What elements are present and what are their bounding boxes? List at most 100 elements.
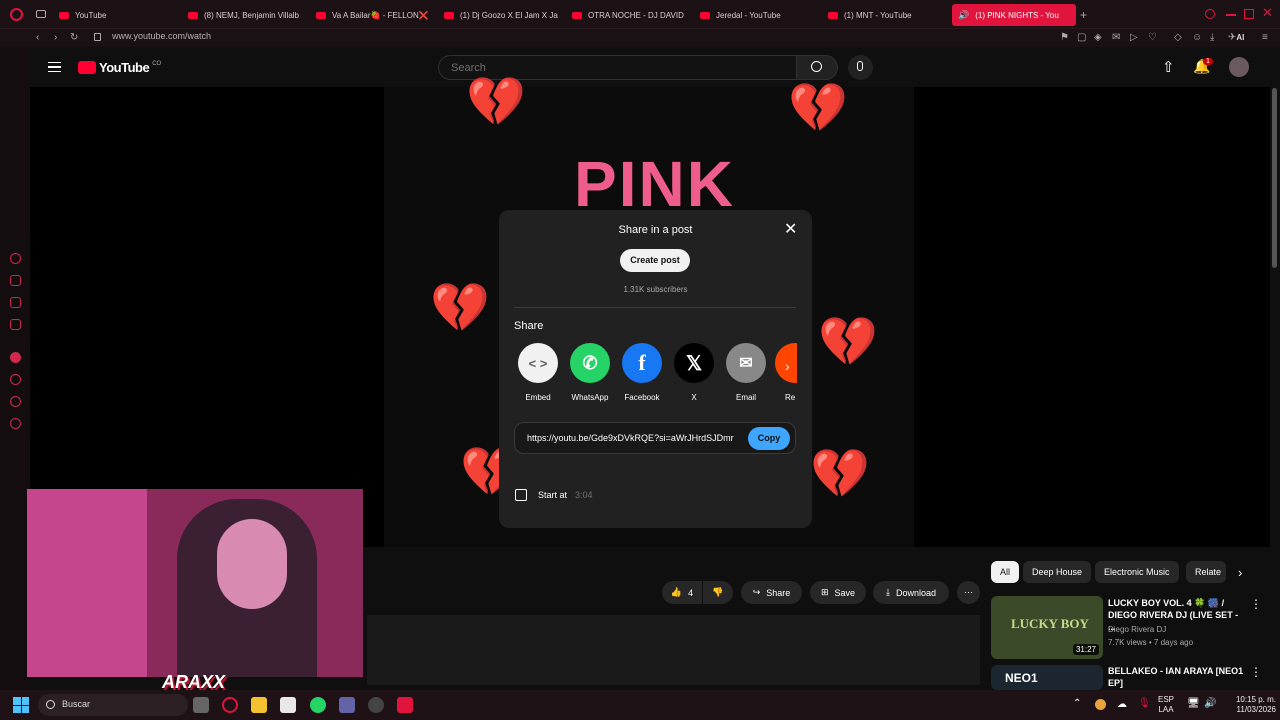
more-vertical-icon[interactable]: ⋮	[1250, 597, 1262, 611]
youtube-logo[interactable]: YouTube CO	[78, 60, 161, 75]
copy-button[interactable]: Copy	[748, 427, 790, 450]
video-title[interactable]: BELLAKEO - IAN ARAYA [NEO1 EP]	[1108, 665, 1246, 689]
aria-sidebar-icon[interactable]	[10, 253, 21, 264]
workspaces-icon[interactable]	[36, 10, 46, 18]
new-tab-button[interactable]: +	[1080, 8, 1087, 22]
obs-icon[interactable]	[368, 697, 384, 713]
vpn-icon[interactable]: ◈	[1094, 31, 1102, 45]
close-window-icon[interactable]: ✕	[1262, 5, 1273, 21]
music-icon[interactable]	[10, 319, 21, 330]
share-facebook-button[interactable]: f Facebook	[619, 343, 665, 402]
like-button[interactable]: 👍 4	[662, 581, 702, 604]
tab-jeredal[interactable]: Jeredal - YouTube	[700, 4, 814, 26]
save-button[interactable]: ⊞ Save	[810, 581, 866, 604]
tab-mnt[interactable]: (1) MNT - YouTube	[828, 4, 942, 26]
broken-heart-icon: 💔	[810, 448, 870, 501]
share-whatsapp-button[interactable]: ✆ WhatsApp	[567, 343, 613, 402]
reload-icon[interactable]: ↻	[70, 31, 78, 45]
voice-search-button[interactable]	[848, 55, 873, 80]
chip-deep-house[interactable]: Deep House	[1023, 561, 1092, 583]
windows-start-icon[interactable]	[13, 697, 29, 713]
volume-icon[interactable]: 🔊	[1204, 698, 1216, 709]
account-icon[interactable]: ☺	[1192, 31, 1202, 45]
tray-cloud-icon[interactable]: ☁	[1117, 699, 1127, 710]
share-x-button[interactable]: 𝕏 X	[671, 343, 717, 402]
language-indicator[interactable]: ESP LAA	[1158, 695, 1174, 715]
network-icon[interactable]: 🖥	[1187, 698, 1200, 709]
search-button[interactable]	[796, 55, 838, 80]
snapshot-icon[interactable]: ▢	[1077, 31, 1086, 45]
tab-va-a-bailar[interactable]: Va A Bailar🍓 - FELLON❌	[316, 4, 430, 26]
tiktok-icon[interactable]	[397, 697, 413, 713]
teams-icon[interactable]	[339, 697, 355, 713]
video-thumbnail[interactable]: NEO1	[991, 665, 1103, 690]
back-icon[interactable]: ‹	[36, 31, 39, 45]
taskbar-search[interactable]: Buscar	[38, 694, 188, 716]
chevron-right-icon[interactable]: ›	[785, 358, 790, 374]
player-icon[interactable]: ▷	[1130, 31, 1138, 45]
heart-icon[interactable]: ♡	[1148, 31, 1157, 45]
tab-youtube[interactable]: YouTube	[59, 4, 179, 26]
whatsapp-taskbar-icon[interactable]	[310, 697, 326, 713]
pinboard-icon[interactable]	[10, 396, 21, 407]
hamburger-menu-icon[interactable]	[48, 62, 61, 72]
settings-icon[interactable]	[10, 418, 21, 429]
upload-icon[interactable]: ⇧	[1162, 58, 1175, 76]
more-vertical-icon[interactable]: ⋮	[1250, 665, 1262, 679]
bookmark-icon[interactable]: ⚑	[1060, 31, 1069, 45]
menu-icon[interactable]: ≡	[1262, 31, 1268, 45]
aria-icon[interactable]: ✈AI	[1228, 31, 1244, 45]
messenger-icon[interactable]	[10, 297, 21, 308]
page-scrollbar[interactable]	[1272, 88, 1277, 268]
chip-all[interactable]: All	[991, 561, 1020, 583]
opera-taskbar-icon[interactable]	[222, 697, 238, 713]
extension-icon[interactable]: ✉	[1112, 31, 1120, 45]
tray-microphone-icon[interactable]: 🎙	[1138, 698, 1151, 709]
dislike-button[interactable]: 👎	[703, 581, 733, 604]
history-icon[interactable]	[10, 374, 21, 385]
speaker-icon[interactable]: 🔊	[958, 10, 969, 21]
chips-next-chevron-icon[interactable]: ›	[1238, 565, 1242, 580]
close-icon[interactable]: ✕	[784, 219, 797, 239]
create-post-button[interactable]: Create post	[620, 249, 690, 272]
share-link-text[interactable]: https://youtu.be/Gde9xDVkRQE?si=aWrJHrdS…	[527, 433, 742, 443]
avatar[interactable]	[1229, 57, 1249, 77]
opera-logo-icon[interactable]	[10, 8, 23, 21]
chevron-up-icon[interactable]: ⌃	[1073, 698, 1081, 709]
video-thumbnail[interactable]: LUCKY BOY 31:27	[991, 596, 1103, 659]
download-button[interactable]: ⤓ Download	[873, 581, 949, 604]
clock-time: 10:15 p. m.	[1235, 695, 1276, 704]
tab-pink-nights[interactable]: 🔊 (1) PINK NIGHTS - You	[952, 4, 1076, 26]
tab-dj-goozo[interactable]: (1) Dj Goozo X El Jam X Ja	[444, 4, 558, 26]
maximize-icon[interactable]	[1244, 9, 1254, 19]
forward-icon[interactable]: ›	[54, 31, 57, 45]
puzzle-icon[interactable]: ◇	[1174, 31, 1182, 45]
clock[interactable]: 10:15 p. m. 11/03/2026	[1222, 695, 1276, 715]
start-at-time[interactable]: 3:04	[575, 490, 593, 500]
share-button[interactable]: ↪ Share	[741, 581, 802, 604]
store-icon[interactable]	[280, 697, 296, 713]
url-field[interactable]: www.youtube.com/watch	[112, 31, 211, 41]
tab-otra-noche[interactable]: OTRA NOCHE - DJ DAVID	[572, 4, 686, 26]
share-email-button[interactable]: ✉ Email	[723, 343, 769, 402]
tab-nemj[interactable]: (8) NEMJ, Benjamin Villalb	[188, 4, 300, 26]
instagram-icon[interactable]	[10, 352, 21, 363]
whatsapp-icon: ✆	[570, 343, 610, 383]
more-actions-button[interactable]: ⋯	[957, 581, 980, 604]
task-view-icon[interactable]	[193, 697, 209, 713]
chip-electronic-music[interactable]: Electronic Music	[1095, 561, 1179, 583]
tray-app-icon[interactable]	[1095, 699, 1106, 710]
minimize-icon[interactable]	[1226, 14, 1236, 16]
ai-chat-icon[interactable]	[10, 275, 21, 286]
file-explorer-icon[interactable]	[251, 697, 267, 713]
search-tabs-icon[interactable]	[1205, 9, 1215, 19]
start-at-checkbox[interactable]	[515, 489, 527, 501]
webcam-background	[27, 489, 147, 677]
download-icon[interactable]: ⤓	[1210, 31, 1214, 45]
share-link-field[interactable]: https://youtu.be/Gde9xDVkRQE?si=aWrJHrdS…	[514, 422, 796, 454]
description-box[interactable]	[367, 615, 980, 685]
lock-icon[interactable]	[94, 33, 101, 41]
channel-name[interactable]: Diego Rivera DJ	[1108, 625, 1166, 634]
chip-related[interactable]: Relate	[1186, 561, 1226, 583]
share-embed-button[interactable]: < > Embed	[515, 343, 561, 402]
